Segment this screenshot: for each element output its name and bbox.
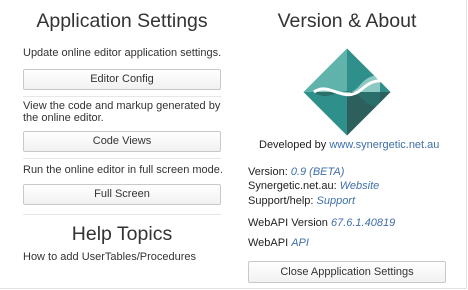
code-views-description: View the code and markup generated by th… bbox=[23, 100, 221, 124]
webapi-label: WebAPI bbox=[248, 237, 289, 249]
close-settings-button[interactable]: Close Appplication Settings bbox=[248, 261, 446, 283]
webapi-version-label: WebAPI Version bbox=[248, 217, 328, 229]
webapi-version-value: 67.6.1.40819 bbox=[330, 217, 396, 229]
divider bbox=[23, 96, 221, 97]
developer-website-link[interactable]: www.synergetic.net.au bbox=[329, 139, 439, 151]
version-value: 0.9 (BETA) bbox=[290, 166, 345, 178]
settings-panel: Application Settings Update online edito… bbox=[0, 0, 467, 289]
webapi-version-row: WebAPI Version 67.6.1.40819 bbox=[248, 217, 395, 229]
developed-by-label: Developed by bbox=[259, 139, 327, 151]
website-label: Synergetic.net.au: bbox=[248, 180, 337, 192]
synergetic-logo-icon bbox=[300, 45, 394, 139]
divider bbox=[23, 214, 221, 215]
about-title: Version & About bbox=[277, 10, 417, 32]
full-screen-description: Run the online editor in full screen mod… bbox=[23, 164, 223, 176]
website-row: Synergetic.net.au: Website bbox=[248, 180, 379, 192]
code-views-button[interactable]: Code Views bbox=[23, 131, 221, 152]
support-label: Support/help: bbox=[248, 195, 314, 207]
support-link[interactable]: Support bbox=[317, 195, 356, 207]
help-topic-link[interactable]: How to add UserTables/Procedures bbox=[23, 251, 196, 263]
website-link[interactable]: Website bbox=[340, 180, 380, 192]
full-screen-button[interactable]: Full Screen bbox=[23, 184, 221, 205]
help-title: Help Topics bbox=[71, 223, 173, 245]
developed-by: Developed by www.synergetic.net.au bbox=[259, 139, 439, 151]
webapi-row: WebAPI API bbox=[248, 237, 309, 249]
editor-config-button[interactable]: Editor Config bbox=[23, 69, 221, 90]
editor-config-description: Update online editor application setting… bbox=[23, 47, 222, 59]
support-row: Support/help: Support bbox=[248, 195, 355, 207]
divider bbox=[23, 158, 221, 159]
version-label: Version: bbox=[248, 166, 288, 178]
webapi-link[interactable]: API bbox=[291, 237, 309, 249]
settings-title: Application Settings bbox=[36, 10, 208, 32]
version-row: Version: 0.9 (BETA) bbox=[248, 166, 344, 178]
